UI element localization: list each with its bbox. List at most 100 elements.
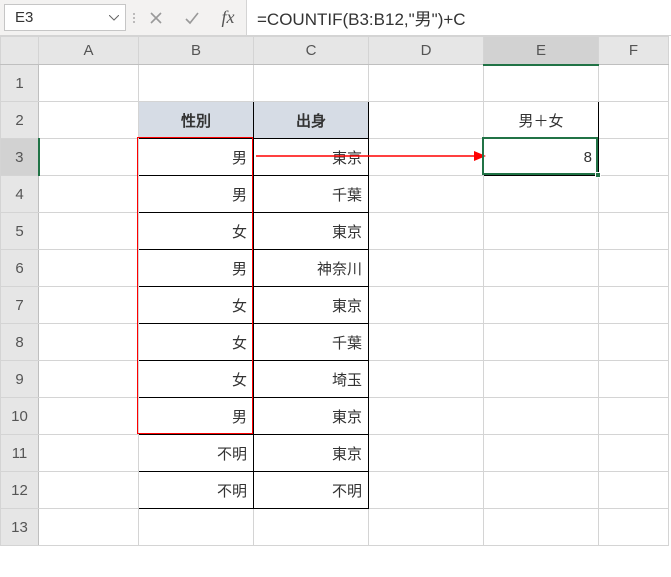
- fx-icon[interactable]: fx: [210, 0, 246, 35]
- cell[interactable]: [39, 176, 139, 213]
- enter-icon[interactable]: [174, 0, 210, 35]
- header-b2[interactable]: 性別: [139, 102, 254, 139]
- cell-c[interactable]: 埼玉: [254, 361, 369, 398]
- cell[interactable]: [369, 361, 484, 398]
- select-all-corner[interactable]: [1, 37, 39, 65]
- cell[interactable]: [369, 213, 484, 250]
- cell[interactable]: [369, 435, 484, 472]
- row-header[interactable]: 12: [1, 472, 39, 509]
- row-header[interactable]: 11: [1, 435, 39, 472]
- spreadsheet-grid[interactable]: A B C D E F 1 2 性別 出身 男＋女 3 男 東京 8: [0, 36, 671, 546]
- cell[interactable]: [369, 398, 484, 435]
- cell[interactable]: [39, 324, 139, 361]
- cell[interactable]: [599, 398, 669, 435]
- name-box[interactable]: E3: [4, 4, 126, 31]
- row-header[interactable]: 9: [1, 361, 39, 398]
- cell[interactable]: [599, 213, 669, 250]
- cell-c[interactable]: 東京: [254, 398, 369, 435]
- cell[interactable]: [39, 65, 139, 102]
- cell[interactable]: [39, 509, 139, 546]
- cell[interactable]: [484, 472, 599, 509]
- cell[interactable]: [484, 176, 599, 213]
- cell[interactable]: [599, 102, 669, 139]
- cell[interactable]: [599, 324, 669, 361]
- cell[interactable]: [484, 435, 599, 472]
- cell-c[interactable]: 千葉: [254, 324, 369, 361]
- cell[interactable]: [39, 361, 139, 398]
- cell[interactable]: [139, 65, 254, 102]
- cell-c[interactable]: 神奈川: [254, 250, 369, 287]
- cell[interactable]: [39, 472, 139, 509]
- col-header-F[interactable]: F: [599, 37, 669, 65]
- cell[interactable]: [369, 176, 484, 213]
- row-header[interactable]: 5: [1, 213, 39, 250]
- cell-b[interactable]: 不明: [139, 472, 254, 509]
- row-header[interactable]: 7: [1, 287, 39, 324]
- cell[interactable]: [39, 213, 139, 250]
- cell[interactable]: [599, 65, 669, 102]
- col-header-B[interactable]: B: [139, 37, 254, 65]
- row-header[interactable]: 13: [1, 509, 39, 546]
- cell[interactable]: [369, 324, 484, 361]
- row-header[interactable]: 1: [1, 65, 39, 102]
- cell[interactable]: [599, 361, 669, 398]
- col-header-C[interactable]: C: [254, 37, 369, 65]
- cell[interactable]: [484, 287, 599, 324]
- cell[interactable]: [39, 435, 139, 472]
- header-e2[interactable]: 男＋女: [484, 102, 599, 139]
- cell-b[interactable]: 女: [139, 213, 254, 250]
- cell[interactable]: [599, 139, 669, 176]
- cell[interactable]: [484, 361, 599, 398]
- cell[interactable]: [369, 472, 484, 509]
- col-header-D[interactable]: D: [369, 37, 484, 65]
- cell-b[interactable]: 男: [139, 139, 254, 176]
- cell[interactable]: [369, 65, 484, 102]
- cell[interactable]: [599, 509, 669, 546]
- cell[interactable]: [484, 324, 599, 361]
- cell-c[interactable]: 東京: [254, 139, 369, 176]
- fill-handle[interactable]: [595, 172, 601, 178]
- cell[interactable]: [39, 250, 139, 287]
- cell-c[interactable]: 東京: [254, 213, 369, 250]
- cell[interactable]: [599, 472, 669, 509]
- cell[interactable]: [484, 398, 599, 435]
- row-header[interactable]: 4: [1, 176, 39, 213]
- cell-b[interactable]: 男: [139, 398, 254, 435]
- cell[interactable]: [369, 509, 484, 546]
- cell[interactable]: [39, 287, 139, 324]
- row-header[interactable]: 10: [1, 398, 39, 435]
- formula-input[interactable]: =COUNTIF(B3:B12,"男")+C: [246, 0, 671, 35]
- cell[interactable]: [484, 65, 599, 102]
- header-c2[interactable]: 出身: [254, 102, 369, 139]
- cell-b[interactable]: 女: [139, 361, 254, 398]
- cell-b[interactable]: 男: [139, 250, 254, 287]
- row-header[interactable]: 3: [1, 139, 39, 176]
- cell-c[interactable]: 東京: [254, 435, 369, 472]
- cell[interactable]: [484, 250, 599, 287]
- cell[interactable]: [39, 398, 139, 435]
- cell-c[interactable]: 千葉: [254, 176, 369, 213]
- cell[interactable]: [39, 139, 139, 176]
- cell-b[interactable]: 男: [139, 176, 254, 213]
- cell-c[interactable]: 不明: [254, 472, 369, 509]
- cell[interactable]: [369, 287, 484, 324]
- cell[interactable]: [599, 435, 669, 472]
- cell[interactable]: [599, 287, 669, 324]
- cell-b[interactable]: 女: [139, 287, 254, 324]
- row-header[interactable]: 6: [1, 250, 39, 287]
- col-header-E[interactable]: E: [484, 37, 599, 65]
- cell[interactable]: [599, 250, 669, 287]
- cell[interactable]: [599, 176, 669, 213]
- row-header[interactable]: 2: [1, 102, 39, 139]
- dropdown-icon[interactable]: [109, 13, 119, 23]
- cell-c[interactable]: 東京: [254, 287, 369, 324]
- cancel-icon[interactable]: [138, 0, 174, 35]
- cell[interactable]: [484, 213, 599, 250]
- cell[interactable]: [369, 139, 484, 176]
- cell-e3[interactable]: 8: [484, 139, 599, 176]
- cell[interactable]: [254, 65, 369, 102]
- row-header[interactable]: 8: [1, 324, 39, 361]
- cell[interactable]: [139, 509, 254, 546]
- cell[interactable]: [254, 509, 369, 546]
- cell[interactable]: [369, 250, 484, 287]
